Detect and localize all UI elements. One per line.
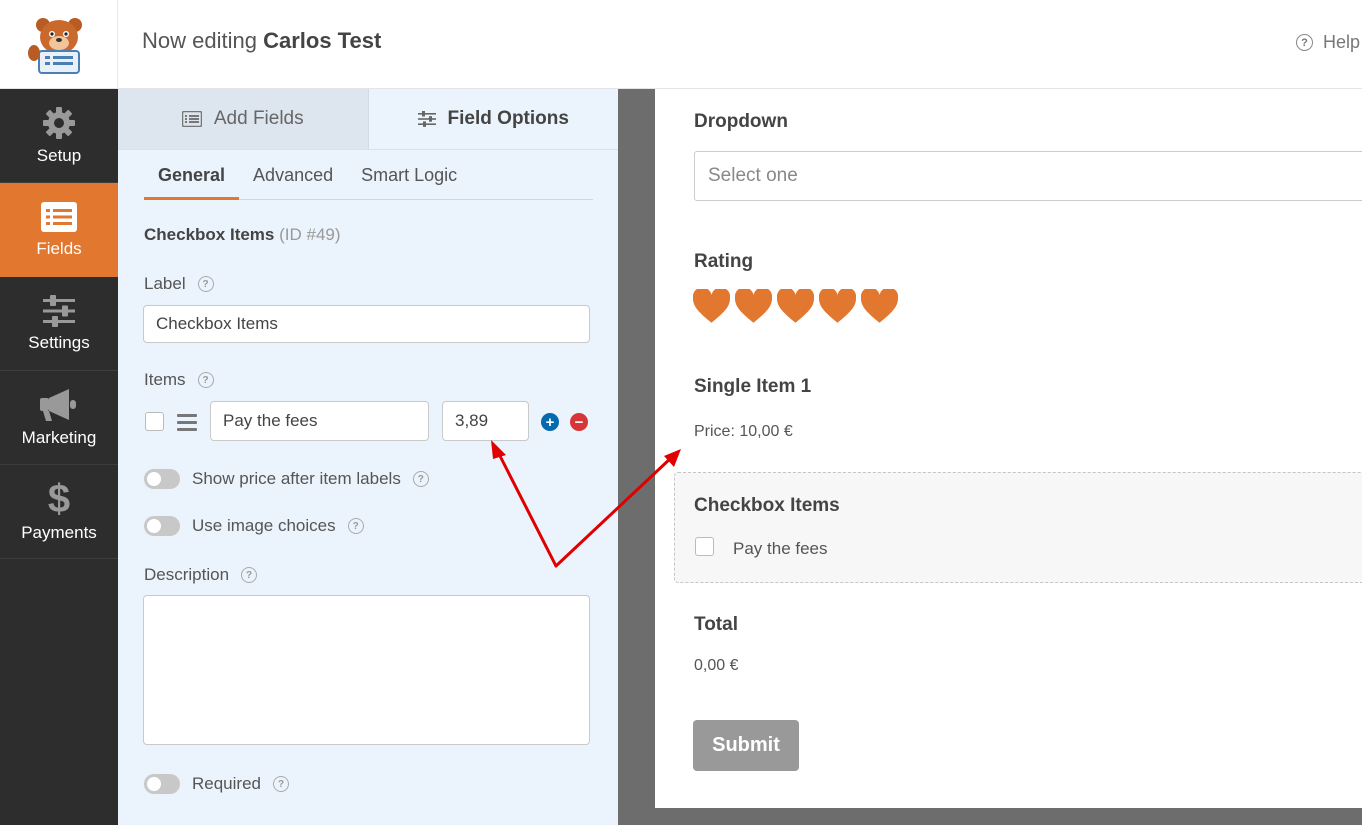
sidebar-item-label: Setup [36,145,82,165]
image-choices-label: Use image choices ? [192,516,364,536]
tab-add-fields-label: Add Fields [213,108,304,129]
field-options-panel: Add Fields Field Options General Advance… [118,89,618,825]
dropdown-placeholder: Select one [708,165,798,186]
label-caption-text: Label [144,274,186,293]
heart-icon[interactable] [735,289,772,323]
tab-smart-logic[interactable]: Smart Logic [347,150,471,200]
label-input[interactable]: Checkbox Items [143,305,590,343]
heart-icon[interactable] [819,289,856,323]
help-icon[interactable]: ? [197,372,214,388]
description-caption: Description ? [144,565,258,585]
help-button[interactable]: ? Help [1296,32,1360,53]
gear-icon [43,106,75,139]
item-price-input[interactable]: 3,89 [442,401,529,441]
help-icon[interactable]: ? [241,567,258,583]
tab-general[interactable]: General [144,150,240,200]
sliders-icon [43,294,75,327]
sidebar-item-label: Payments [21,522,97,542]
heart-icon[interactable] [777,289,814,323]
list-icon [41,201,77,232]
items-caption: Items ? [144,370,214,390]
panel-tabs: Add Fields Field Options [118,89,618,150]
single-item-price: Price: 10,00 € [694,423,793,440]
tab-advanced[interactable]: Advanced [239,150,347,200]
list-icon [181,111,202,127]
required-text: Required [192,774,261,793]
required-toggle[interactable] [144,774,180,794]
sidebar-item-setup[interactable]: Setup [0,89,118,183]
help-icon[interactable]: ? [197,276,214,292]
bear-mascot-icon [27,17,82,74]
page-title: Now editing Carlos Test [142,28,381,54]
submit-button[interactable]: Submit [693,720,799,771]
field-heading: Checkbox Items (ID #49) [144,225,341,245]
total-value: 0,00 € [694,657,739,674]
image-choices-text: Use image choices [192,516,336,535]
top-bar: Now editing Carlos Test ? Help [0,0,1362,89]
sidebar-item-payments[interactable]: $ Payments [0,465,118,559]
rating-hearts [693,289,898,323]
tab-field-options-label: Field Options [447,108,569,129]
help-icon: ? [1296,34,1313,51]
field-id: (ID #49) [279,225,341,244]
help-icon[interactable]: ? [273,776,289,792]
show-price-toggle[interactable] [144,469,180,489]
total-label: Total [694,614,738,635]
heart-icon[interactable] [693,289,730,323]
description-textarea[interactable] [143,595,590,745]
items-caption-text: Items [144,370,186,389]
dollar-icon: $ [47,476,71,521]
single-item-label: Single Item 1 [694,376,812,397]
megaphone-icon [40,388,76,421]
tab-add-fields[interactable]: Add Fields [118,89,369,149]
sidebar-item-marketing[interactable]: Marketing [0,371,118,465]
add-item-icon[interactable]: + [541,413,559,431]
sidebar-item-label: Settings [28,332,90,352]
form-preview: Dropdown Select one Rating Single Item 1… [655,89,1362,808]
show-price-text: Show price after item labels [192,469,401,488]
sidebar-item-label: Marketing [21,427,97,447]
tab-field-options[interactable]: Field Options [368,89,618,149]
checkbox-items-field[interactable]: Checkbox Items Pay the fees [674,472,1362,583]
dropdown-select[interactable]: Select one [694,151,1362,201]
form-name: Carlos Test [263,28,382,53]
heart-icon[interactable] [861,289,898,323]
item-default-checkbox[interactable] [145,412,164,431]
help-label: Help [1323,32,1361,52]
sliders-icon [417,111,436,127]
rating-label: Rating [694,251,754,272]
checkbox-option-label: Pay the fees [733,539,828,558]
checkbox-option-box[interactable] [695,537,714,556]
required-label: Required ? [192,774,289,794]
wpforms-logo[interactable] [0,0,118,89]
label-caption: Label ? [144,274,214,294]
checkbox-items-label: Checkbox Items [694,495,840,516]
editing-prefix: Now editing [142,28,257,53]
remove-item-icon[interactable]: − [570,413,588,431]
sidebar-item-fields[interactable]: Fields [0,183,118,277]
field-options-sub-tabs: General Advanced Smart Logic [144,150,593,200]
sidebar-item-settings[interactable]: Settings [0,277,118,371]
drag-handle-icon[interactable] [177,414,197,435]
show-price-label: Show price after item labels ? [192,469,429,489]
sidebar-item-label: Fields [36,238,82,258]
field-title: Checkbox Items [144,225,275,244]
dropdown-label: Dropdown [694,111,788,132]
item-label-input[interactable]: Pay the fees [210,401,429,441]
help-icon[interactable]: ? [412,471,429,487]
help-icon[interactable]: ? [347,518,364,534]
sidebar: Setup Fields Settings Marketing $ Paymen… [0,89,118,825]
description-caption-text: Description [144,565,230,584]
image-choices-toggle[interactable] [144,516,180,536]
